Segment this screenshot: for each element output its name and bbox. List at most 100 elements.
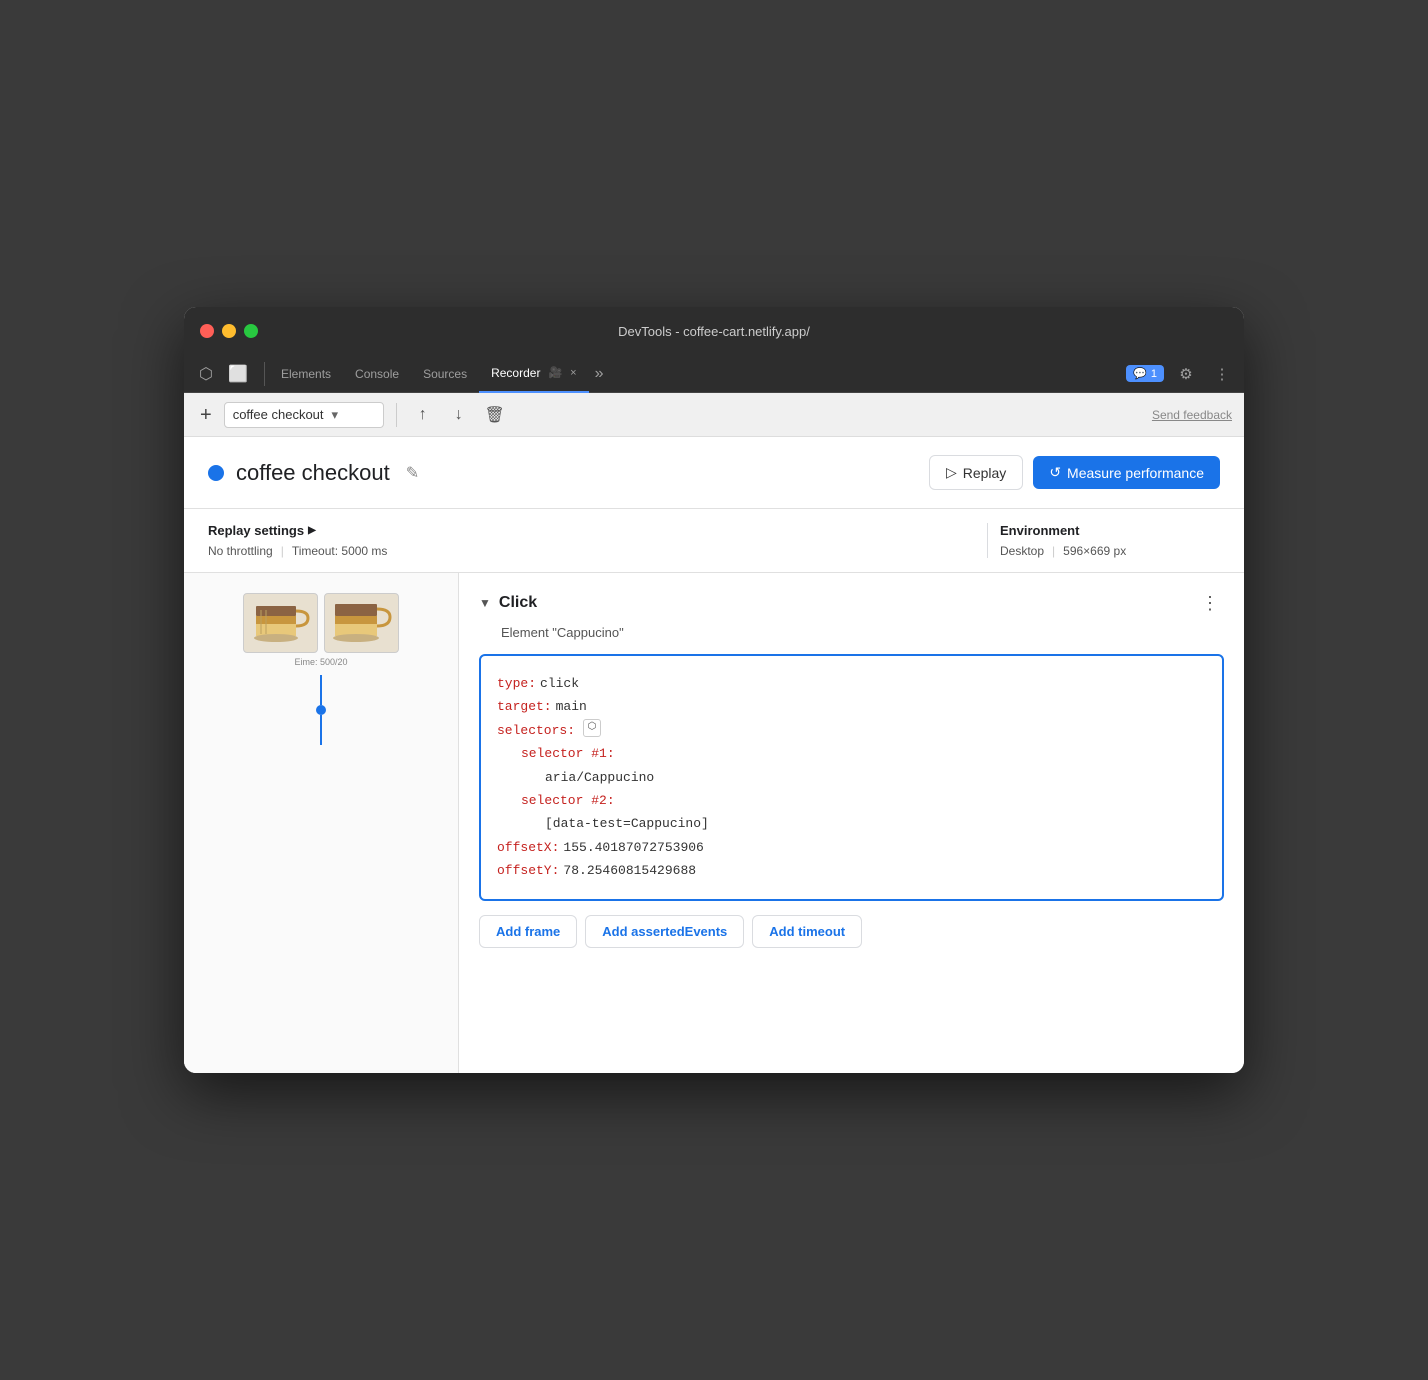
recorder-toolbar: + coffee checkout ▾ ↑ ↓ 🗑 Send feedback [184, 393, 1244, 437]
tab-close-icon[interactable]: × [570, 367, 576, 379]
tab-recorder[interactable]: Recorder 🎥 × [479, 355, 589, 393]
selector1-val: aria/Cappucino [545, 766, 654, 789]
add-recording-button[interactable]: + [196, 401, 216, 429]
env-separator: | [1052, 544, 1055, 558]
resolution-label: 596×669 px [1063, 544, 1126, 558]
step-indicator [316, 675, 326, 745]
step-thumbnails [243, 593, 399, 653]
add-frame-button[interactable]: Add frame [479, 915, 577, 948]
step-detail-panel: ▼ Click ⋮ Element "Cappucino" type: clic… [459, 573, 1244, 1073]
tab-icons: ⬡ ⬜ [192, 360, 252, 388]
step-code-block: type: click target: main selectors: ⬡ se… [479, 654, 1224, 901]
chat-icon: 💬 [1133, 367, 1147, 380]
maximize-button[interactable] [244, 324, 258, 338]
recording-header: coffee checkout ✎ ▷ Replay ↺ Measure per… [184, 437, 1244, 509]
settings-arrow-icon: ▶ [308, 525, 316, 536]
replay-settings-title[interactable]: Replay settings ▶ [208, 523, 975, 538]
close-button[interactable] [200, 324, 214, 338]
titlebar: DevTools - coffee-cart.netlify.app/ [184, 307, 1244, 355]
environment-title: Environment [1000, 523, 1220, 538]
pointer-icon[interactable]: ⬡ [192, 360, 220, 388]
step-line [320, 675, 322, 705]
recording-status-dot [208, 465, 224, 481]
settings-separator: | [281, 544, 284, 558]
type-val: click [540, 672, 579, 695]
recording-name-label: coffee checkout [233, 407, 324, 422]
add-timeout-button[interactable]: Add timeout [752, 915, 862, 948]
code-offsetx-line: offsetX: 155.40187072753906 [497, 836, 1206, 859]
delete-icon[interactable]: 🗑 [481, 401, 509, 429]
import-icon[interactable]: ↓ [445, 401, 473, 429]
tab-divider [264, 362, 265, 386]
step-more-button[interactable]: ⋮ [1196, 589, 1224, 617]
titlebar-buttons [200, 324, 258, 338]
step-collapse-icon[interactable]: ▼ [479, 596, 491, 610]
code-target-line: target: main [497, 695, 1206, 718]
offsetx-val: 155.40187072753906 [563, 836, 703, 859]
feedback-badge[interactable]: 💬 1 [1126, 365, 1164, 382]
selectors-key: selectors: [497, 719, 575, 742]
step-element-label: Element "Cappucino" [501, 625, 1224, 640]
target-val: main [556, 695, 587, 718]
offsety-key: offsetY: [497, 859, 559, 882]
add-asserted-events-button[interactable]: Add assertedEvents [585, 915, 744, 948]
step-type-label: Click [499, 594, 537, 612]
desktop-label: Desktop [1000, 544, 1044, 558]
tab-sources[interactable]: Sources [411, 355, 479, 393]
replay-settings-section: Replay settings ▶ No throttling | Timeou… [208, 523, 975, 558]
code-offsety-line: offsetY: 78.25460815429688 [497, 859, 1206, 882]
recording-title: coffee checkout [236, 460, 390, 486]
export-icon[interactable]: ↑ [409, 401, 437, 429]
step-header: ▼ Click ⋮ [479, 589, 1224, 617]
environment-details: Desktop | 596×669 px [1000, 544, 1220, 558]
window-title: DevTools - coffee-cart.netlify.app/ [618, 324, 810, 339]
toolbar-divider [396, 403, 397, 427]
settings-details: No throttling | Timeout: 5000 ms [208, 544, 975, 558]
code-selector2-line: selector #2: [497, 789, 1206, 812]
device-icon[interactable]: ⬜ [224, 360, 252, 388]
step-sidebar-inner: Eime: 500/20 [194, 583, 448, 755]
step-line-2 [320, 715, 322, 745]
code-selector1-val-line: aria/Cappucino [497, 766, 1206, 789]
tab-right-area: 💬 1 ⚙ ⋮ [1126, 360, 1236, 388]
throttling-label: No throttling [208, 544, 273, 558]
thumb-label: Eime: 500/20 [294, 657, 347, 667]
code-type-line: type: click [497, 672, 1206, 695]
code-selectors-line: selectors: ⬡ [497, 719, 1206, 742]
recording-selector[interactable]: coffee checkout ▾ [224, 402, 384, 428]
selector1-key: selector #1: [521, 742, 615, 765]
thumb-1 [243, 593, 318, 653]
edit-title-icon[interactable]: ✎ [406, 463, 419, 483]
selector2-key: selector #2: [521, 789, 615, 812]
measure-performance-button[interactable]: ↺ Measure performance [1033, 456, 1220, 489]
replay-button[interactable]: ▷ Replay [929, 455, 1023, 490]
tab-more-icon[interactable]: » [589, 365, 610, 383]
settings-icon[interactable]: ⚙ [1172, 360, 1200, 388]
action-buttons: Add frame Add assertedEvents Add timeout [479, 915, 1224, 948]
tab-elements[interactable]: Elements [269, 355, 343, 393]
settings-bar: Replay settings ▶ No throttling | Timeou… [184, 509, 1244, 573]
devtools-window: DevTools - coffee-cart.netlify.app/ ⬡ ⬜ … [184, 307, 1244, 1073]
offsetx-key: offsetX: [497, 836, 559, 859]
type-key: type: [497, 672, 536, 695]
timeout-label: Timeout: 5000 ms [292, 544, 388, 558]
minimize-button[interactable] [222, 324, 236, 338]
step-thumb-1 [243, 593, 318, 653]
selector2-val: [data-test=Cappucino] [545, 812, 709, 835]
selector-tool-icon[interactable]: ⬡ [583, 719, 601, 737]
send-feedback-link[interactable]: Send feedback [1152, 408, 1232, 422]
code-selector1-line: selector #1: [497, 742, 1206, 765]
thumb-2 [324, 593, 399, 653]
replay-play-icon: ▷ [946, 464, 957, 481]
more-menu-icon[interactable]: ⋮ [1208, 360, 1236, 388]
tab-console[interactable]: Console [343, 355, 411, 393]
target-key: target: [497, 695, 552, 718]
main-content: coffee checkout ✎ ▷ Replay ↺ Measure per… [184, 437, 1244, 1073]
steps-area: Eime: 500/20 ▼ Click ⋮ Element [184, 573, 1244, 1073]
tabbar: ⬡ ⬜ Elements Console Sources Recorder 🎥 … [184, 355, 1244, 393]
steps-sidebar: Eime: 500/20 [184, 573, 459, 1073]
environment-section: Environment Desktop | 596×669 px [1000, 523, 1220, 558]
step-thumb-2 [324, 593, 399, 653]
offsety-val: 78.25460815429688 [563, 859, 696, 882]
chevron-down-icon: ▾ [332, 407, 339, 423]
